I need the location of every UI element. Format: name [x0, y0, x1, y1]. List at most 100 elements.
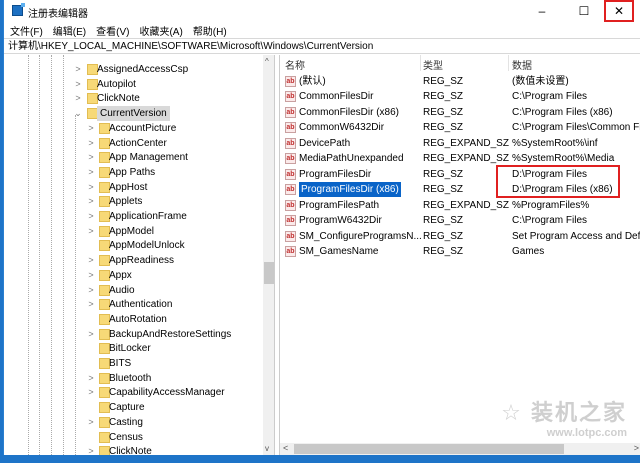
- tree-item-label: ActionCenter: [109, 137, 167, 149]
- chevron-right-icon[interactable]: >: [87, 371, 95, 386]
- tree-item-label: BitLocker: [109, 343, 151, 355]
- tree-item-label: App Paths: [109, 166, 156, 178]
- value-row[interactable]: ab SM_GamesName REG_SZ Games: [280, 244, 640, 259]
- column-header-type[interactable]: 类型: [423, 57, 443, 72]
- menu-view[interactable]: 查看(V): [96, 23, 129, 38]
- value-row[interactable]: ab CommonFilesDir (x86) REG_SZ C:\Progra…: [280, 105, 640, 120]
- menu-edit[interactable]: 编辑(E): [53, 23, 86, 38]
- menu-favorites[interactable]: 收藏夹(A): [139, 23, 182, 38]
- chevron-right-icon[interactable]: >: [87, 327, 95, 342]
- tree-item-label: AssignedAccessCsp: [97, 64, 189, 75]
- value-row[interactable]: ab ProgramFilesPath REG_EXPAND_SZ %Progr…: [280, 198, 640, 213]
- menu-file[interactable]: 文件(F): [10, 23, 43, 38]
- value-type: REG_SZ: [423, 76, 464, 87]
- tree-item-label: App Management: [109, 152, 188, 164]
- tree-item-label: ApplicationFrame: [109, 211, 187, 222]
- value-row[interactable]: ab ProgramFilesDir (x86) REG_SZ D:\Progr…: [280, 182, 640, 198]
- tree-item[interactable]: ⌄ CurrentVersion: [4, 106, 262, 122]
- tree-item[interactable]: > ClickNote: [4, 91, 262, 106]
- chevron-right-icon[interactable]: >: [87, 268, 95, 283]
- value-row[interactable]: ab CommonW6432Dir REG_SZ C:\Program File…: [280, 120, 640, 135]
- string-value-icon: ab: [285, 76, 296, 87]
- value-data: D:\Program Files (x86): [512, 184, 613, 196]
- column-header-name[interactable]: 名称: [285, 57, 305, 72]
- tree-item[interactable]: > AccountPicture: [4, 121, 262, 136]
- tree-item[interactable]: > Appx: [4, 268, 262, 283]
- chevron-right-icon[interactable]: >: [74, 77, 82, 92]
- string-value-icon: ab: [285, 168, 296, 180]
- tree-item[interactable]: > Audio: [4, 283, 262, 298]
- scroll-thumb[interactable]: [264, 262, 274, 284]
- value-type: REG_EXPAND_SZ: [423, 153, 509, 165]
- value-data: C:\Program Files (x86): [512, 106, 613, 118]
- minimize-button[interactable]: –: [527, 0, 557, 22]
- value-row[interactable]: ab DevicePath REG_EXPAND_SZ %SystemRoot%…: [280, 136, 640, 151]
- column-header-data[interactable]: 数据: [512, 57, 532, 72]
- value-type: REG_SZ: [423, 215, 464, 227]
- tree-item[interactable]: > AssignedAccessCsp: [4, 62, 262, 77]
- value-row[interactable]: ab CommonFilesDir REG_SZ C:\Program File…: [280, 89, 640, 104]
- tree-item-label: ClickNote: [109, 446, 152, 455]
- value-data: %ProgramFiles%: [512, 199, 590, 211]
- tree-item[interactable]: > CapabilityAccessManager: [4, 385, 262, 400]
- tree-item[interactable]: BitLocker: [4, 341, 262, 356]
- tree-item[interactable]: > AppHost: [4, 180, 262, 195]
- chevron-right-icon[interactable]: >: [87, 194, 95, 209]
- tree-item[interactable]: > AppReadiness: [4, 253, 262, 268]
- tree-item[interactable]: Census: [4, 430, 262, 445]
- chevron-right-icon[interactable]: >: [87, 297, 95, 312]
- value-row[interactable]: ab ProgramFilesDir REG_SZ D:\Program Fil…: [280, 167, 640, 182]
- tree-item[interactable]: > ClickNote: [4, 444, 262, 455]
- tree-item[interactable]: AutoRotation: [4, 312, 262, 327]
- tree-item[interactable]: > Bluetooth: [4, 371, 262, 386]
- value-row[interactable]: ab MediaPathUnexpanded REG_EXPAND_SZ %Sy…: [280, 151, 640, 166]
- values-pane: 名称 类型 数据 ☆ 装机之家 www.lotpc.com < > ab (默认…: [279, 55, 640, 455]
- string-value-icon: ab: [285, 153, 296, 165]
- tree-item[interactable]: > ActionCenter: [4, 136, 262, 151]
- close-button[interactable]: ✕: [604, 0, 634, 22]
- value-row[interactable]: ab (默认) REG_SZ (数值未设置): [280, 74, 640, 89]
- scroll-thumb[interactable]: [294, 444, 564, 454]
- chevron-down-icon[interactable]: ⌄: [74, 106, 82, 121]
- chevron-right-icon[interactable]: >: [87, 415, 95, 430]
- value-row[interactable]: ab ProgramW6432Dir REG_SZ C:\Program Fil…: [280, 213, 640, 228]
- string-value-icon: ab: [285, 91, 296, 103]
- tree-item[interactable]: > App Paths: [4, 165, 262, 180]
- maximize-button[interactable]: ☐: [569, 0, 599, 22]
- chevron-right-icon[interactable]: >: [87, 136, 95, 151]
- chevron-right-icon[interactable]: >: [87, 253, 95, 268]
- value-row[interactable]: ab SM_ConfigureProgramsN... REG_SZ Set P…: [280, 229, 640, 244]
- chevron-right-icon[interactable]: >: [87, 150, 95, 165]
- menu-help[interactable]: 帮助(H): [193, 23, 227, 38]
- tree-item-label: BITS: [109, 358, 132, 369]
- tree-item[interactable]: > App Management: [4, 150, 262, 165]
- tree-item[interactable]: > Casting: [4, 415, 262, 430]
- tree-item-label: AccountPicture: [109, 122, 177, 134]
- chevron-right-icon[interactable]: >: [74, 91, 82, 106]
- tree-item[interactable]: BITS: [4, 356, 262, 371]
- tree-item[interactable]: > BackupAndRestoreSettings: [4, 327, 262, 342]
- tree-item[interactable]: > Autopilot: [4, 77, 262, 92]
- chevron-right-icon[interactable]: >: [87, 165, 95, 180]
- chevron-right-icon[interactable]: >: [87, 209, 95, 224]
- chevron-right-icon[interactable]: >: [87, 444, 95, 455]
- chevron-right-icon[interactable]: >: [87, 180, 95, 195]
- chevron-right-icon[interactable]: >: [87, 121, 95, 136]
- tree-item-label: AppModel: [109, 225, 155, 237]
- values-horizontal-scrollbar[interactable]: < >: [280, 443, 640, 455]
- tree-item-label: Bluetooth: [109, 372, 152, 384]
- tree-item[interactable]: Capture: [4, 400, 262, 415]
- address-bar[interactable]: 计算机\HKEY_LOCAL_MACHINE\SOFTWARE\Microsof…: [4, 38, 640, 54]
- chevron-right-icon[interactable]: >: [87, 224, 95, 239]
- tree-item[interactable]: > Authentication: [4, 297, 262, 312]
- tree-item[interactable]: AppModelUnlock: [4, 238, 262, 253]
- tree-item[interactable]: > ApplicationFrame: [4, 209, 262, 224]
- tree-item[interactable]: > Applets: [4, 194, 262, 209]
- tree-vertical-scrollbar[interactable]: ^ v: [263, 55, 274, 455]
- tree-item-label: Audio: [109, 284, 135, 296]
- chevron-right-icon[interactable]: >: [87, 283, 95, 298]
- tree-item[interactable]: > AppModel: [4, 224, 262, 239]
- chevron-right-icon[interactable]: >: [87, 385, 95, 400]
- chevron-right-icon[interactable]: >: [74, 62, 82, 77]
- value-name: CommonFilesDir: [299, 91, 374, 103]
